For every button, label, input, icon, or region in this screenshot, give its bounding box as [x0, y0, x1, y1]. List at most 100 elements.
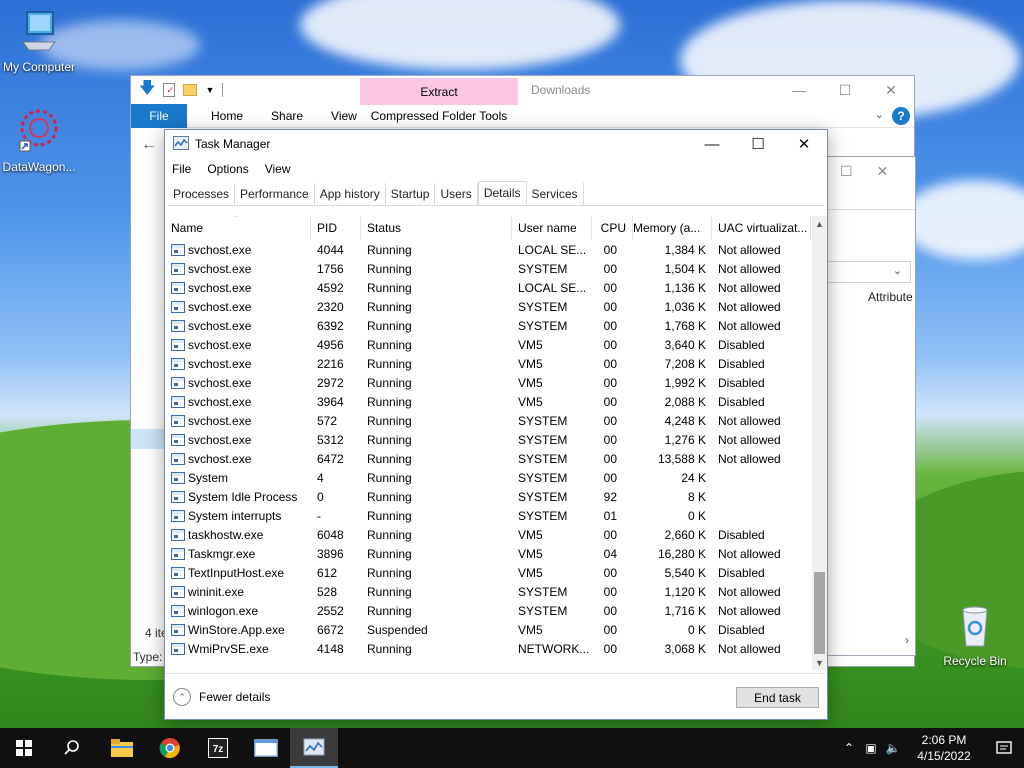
- cell-mem: 7,208 K: [664, 356, 706, 371]
- table-row[interactable]: svchost.exe 4592 Running LOCAL SE... 00 1,136…: [168, 278, 811, 297]
- tab-services[interactable]: Services: [527, 183, 584, 205]
- cell-uac: Disabled: [718, 565, 765, 580]
- end-task-button[interactable]: End task: [736, 687, 819, 708]
- table-row[interactable]: TextInputHost.exe 612 Running VM5 00 5,540 K D…: [168, 563, 811, 582]
- column-header-pid[interactable]: PID: [311, 216, 361, 240]
- table-row[interactable]: svchost.exe 4956 Running VM5 00 3,640 K Disabl…: [168, 335, 811, 354]
- taskbar-7zip[interactable]: 7z: [194, 728, 242, 768]
- table-row[interactable]: svchost.exe 572 Running SYSTEM 00 4,248 K Not …: [168, 411, 811, 430]
- process-name-cell: svchost.exe: [168, 297, 311, 316]
- table-row[interactable]: taskhostw.exe 6048 Running VM5 00 2,660 K Disa…: [168, 525, 811, 544]
- column-header-cpu[interactable]: CPU: [592, 216, 633, 240]
- process-name: svchost.exe: [188, 299, 252, 314]
- table-row[interactable]: svchost.exe 1756 Running SYSTEM 00 1,504 K Not…: [168, 259, 811, 278]
- ribbon-tab-home[interactable]: Home: [197, 109, 257, 123]
- table-row[interactable]: winlogon.exe 2552 Running SYSTEM 00 1,716 K No…: [168, 601, 811, 620]
- column-header-attribute[interactable]: Attribute: [868, 290, 913, 304]
- process-name: svchost.exe: [188, 394, 252, 409]
- chevron-down-icon[interactable]: ▼: [205, 85, 214, 95]
- table-row[interactable]: svchost.exe 4044 Running LOCAL SE... 00 1,384…: [168, 240, 811, 259]
- address-bar[interactable]: ⌄: [826, 261, 911, 283]
- scroll-down-icon[interactable]: ▼: [812, 655, 827, 670]
- column-header-memory[interactable]: Memory (a...: [633, 216, 712, 240]
- table-row[interactable]: Taskmgr.exe 3896 Running VM5 04 16,280 K Not a…: [168, 544, 811, 563]
- clock[interactable]: 2:06 PM 4/15/2022: [904, 732, 984, 764]
- cell-uac: Not allowed: [718, 413, 781, 428]
- help-icon[interactable]: ?: [892, 107, 910, 125]
- taskbar: 7z ⌃ ▣ 🔈 2:06 PM 4/15/2022: [0, 728, 1024, 768]
- chevron-down-icon[interactable]: ⌄: [875, 108, 884, 121]
- nav-pane-selected-item[interactable]: [131, 429, 165, 449]
- minimize-icon[interactable]: —: [776, 76, 822, 104]
- table-row[interactable]: svchost.exe 2320 Running SYSTEM 00 1,036 K Not…: [168, 297, 811, 316]
- background-window[interactable]: ☐✕ ⌄ Attribute ›: [826, 156, 916, 656]
- menu-options[interactable]: Options: [207, 162, 248, 176]
- table-row[interactable]: svchost.exe 3964 Running VM5 00 2,088 K Disabl…: [168, 392, 811, 411]
- chevron-up-icon[interactable]: ⌃: [838, 741, 860, 755]
- column-header-uac-virtualization[interactable]: UAC virtualizat...: [712, 216, 811, 240]
- table-row[interactable]: svchost.exe 5312 Running SYSTEM 00 1,276 K Not…: [168, 430, 811, 449]
- desktop-icon-label: Recycle Bin: [943, 654, 1007, 668]
- ribbon-tab-compressed-folder-tools[interactable]: Compressed Folder Tools: [360, 109, 518, 123]
- taskbar-window-app[interactable]: [242, 728, 290, 768]
- cell-pid: 0: [317, 489, 324, 504]
- properties-icon[interactable]: ✓: [163, 83, 176, 97]
- table-row[interactable]: WinStore.App.exe 6672 Suspended VM5 00 0 K Dis…: [168, 620, 811, 639]
- tab-users[interactable]: Users: [435, 183, 478, 205]
- desktop-icon-recycle-bin[interactable]: Recycle Bin: [933, 602, 1017, 668]
- back-arrow-icon[interactable]: ←: [141, 136, 157, 154]
- minimize-icon[interactable]: —: [689, 130, 735, 158]
- notification-center-button[interactable]: [984, 740, 1024, 756]
- taskbar-file-explorer[interactable]: [98, 728, 146, 768]
- chevron-right-icon[interactable]: ›: [905, 633, 909, 647]
- maximize-icon[interactable]: ☐: [840, 163, 877, 179]
- start-button[interactable]: [0, 728, 48, 768]
- table-row[interactable]: svchost.exe 2216 Running VM5 00 7,208 K Disabl…: [168, 354, 811, 373]
- fewer-details-button[interactable]: ⌃ Fewer details: [173, 688, 270, 706]
- tab-startup[interactable]: Startup: [386, 183, 436, 205]
- table-row[interactable]: wininit.exe 528 Running SYSTEM 00 1,120 K Not …: [168, 582, 811, 601]
- column-header-status[interactable]: Status: [361, 216, 512, 240]
- scroll-up-icon[interactable]: ▲: [812, 216, 827, 231]
- close-icon[interactable]: ✕: [868, 76, 914, 104]
- network-icon[interactable]: ▣: [860, 741, 882, 755]
- table-row[interactable]: System 4 Running SYSTEM 00 24 K: [168, 468, 811, 487]
- close-icon[interactable]: ✕: [781, 130, 827, 158]
- desktop-icon-my-computer[interactable]: My Computer: [0, 8, 81, 74]
- scrollbar-thumb[interactable]: [814, 572, 825, 654]
- folder-icon[interactable]: [183, 84, 198, 96]
- chevron-down-icon[interactable]: ⌄: [893, 264, 902, 277]
- contextual-tab-extract[interactable]: Extract: [360, 78, 518, 105]
- taskbar-chrome[interactable]: [146, 728, 194, 768]
- tab-performance[interactable]: Performance: [235, 183, 315, 205]
- column-header-user-name[interactable]: User name: [512, 216, 592, 240]
- table-row[interactable]: svchost.exe 6392 Running SYSTEM 00 1,768 K Not…: [168, 316, 811, 335]
- menu-view[interactable]: View: [265, 162, 291, 176]
- table-row[interactable]: System Idle Process 0 Running SYSTEM 92 8 K: [168, 487, 811, 506]
- tab-details[interactable]: Details: [477, 181, 527, 205]
- ribbon-tab-file[interactable]: File: [131, 103, 187, 128]
- table-row[interactable]: svchost.exe 6472 Running SYSTEM 00 13,588 K No…: [168, 449, 811, 468]
- tab-processes[interactable]: Processes: [168, 183, 236, 205]
- arrow-down-icon[interactable]: 🡇: [139, 77, 155, 104]
- table-row[interactable]: WmiPrvSE.exe 4148 Running NETWORK... 00 3,068…: [168, 639, 811, 658]
- table-row[interactable]: System interrupts - Running SYSTEM 01 0 K: [168, 506, 811, 525]
- maximize-icon[interactable]: ☐: [822, 76, 868, 104]
- cell-pid: 612: [317, 565, 338, 580]
- tab-app-history[interactable]: App history: [315, 183, 386, 205]
- search-button[interactable]: [48, 728, 96, 768]
- table-row[interactable]: svchost.exe 2972 Running VM5 00 1,992 K Disabl…: [168, 373, 811, 392]
- menu-file[interactable]: File: [172, 162, 191, 176]
- process-icon: [171, 642, 185, 655]
- cell-mem: 3,640 K: [664, 337, 706, 352]
- desktop-icon-datawagon[interactable]: DataWagon...: [0, 104, 81, 174]
- vertical-scrollbar[interactable]: ▲ ▼: [812, 216, 827, 670]
- task-manager-window[interactable]: Task Manager — ☐ ✕ File Options View Pro…: [164, 129, 828, 720]
- close-icon[interactable]: ✕: [877, 163, 913, 179]
- process-icon: [171, 395, 185, 408]
- ribbon-tab-share[interactable]: Share: [257, 109, 317, 123]
- taskbar-task-manager[interactable]: [290, 728, 338, 768]
- process-name: svchost.exe: [188, 261, 252, 276]
- maximize-icon[interactable]: ☐: [735, 130, 781, 158]
- volume-icon[interactable]: 🔈: [882, 741, 904, 755]
